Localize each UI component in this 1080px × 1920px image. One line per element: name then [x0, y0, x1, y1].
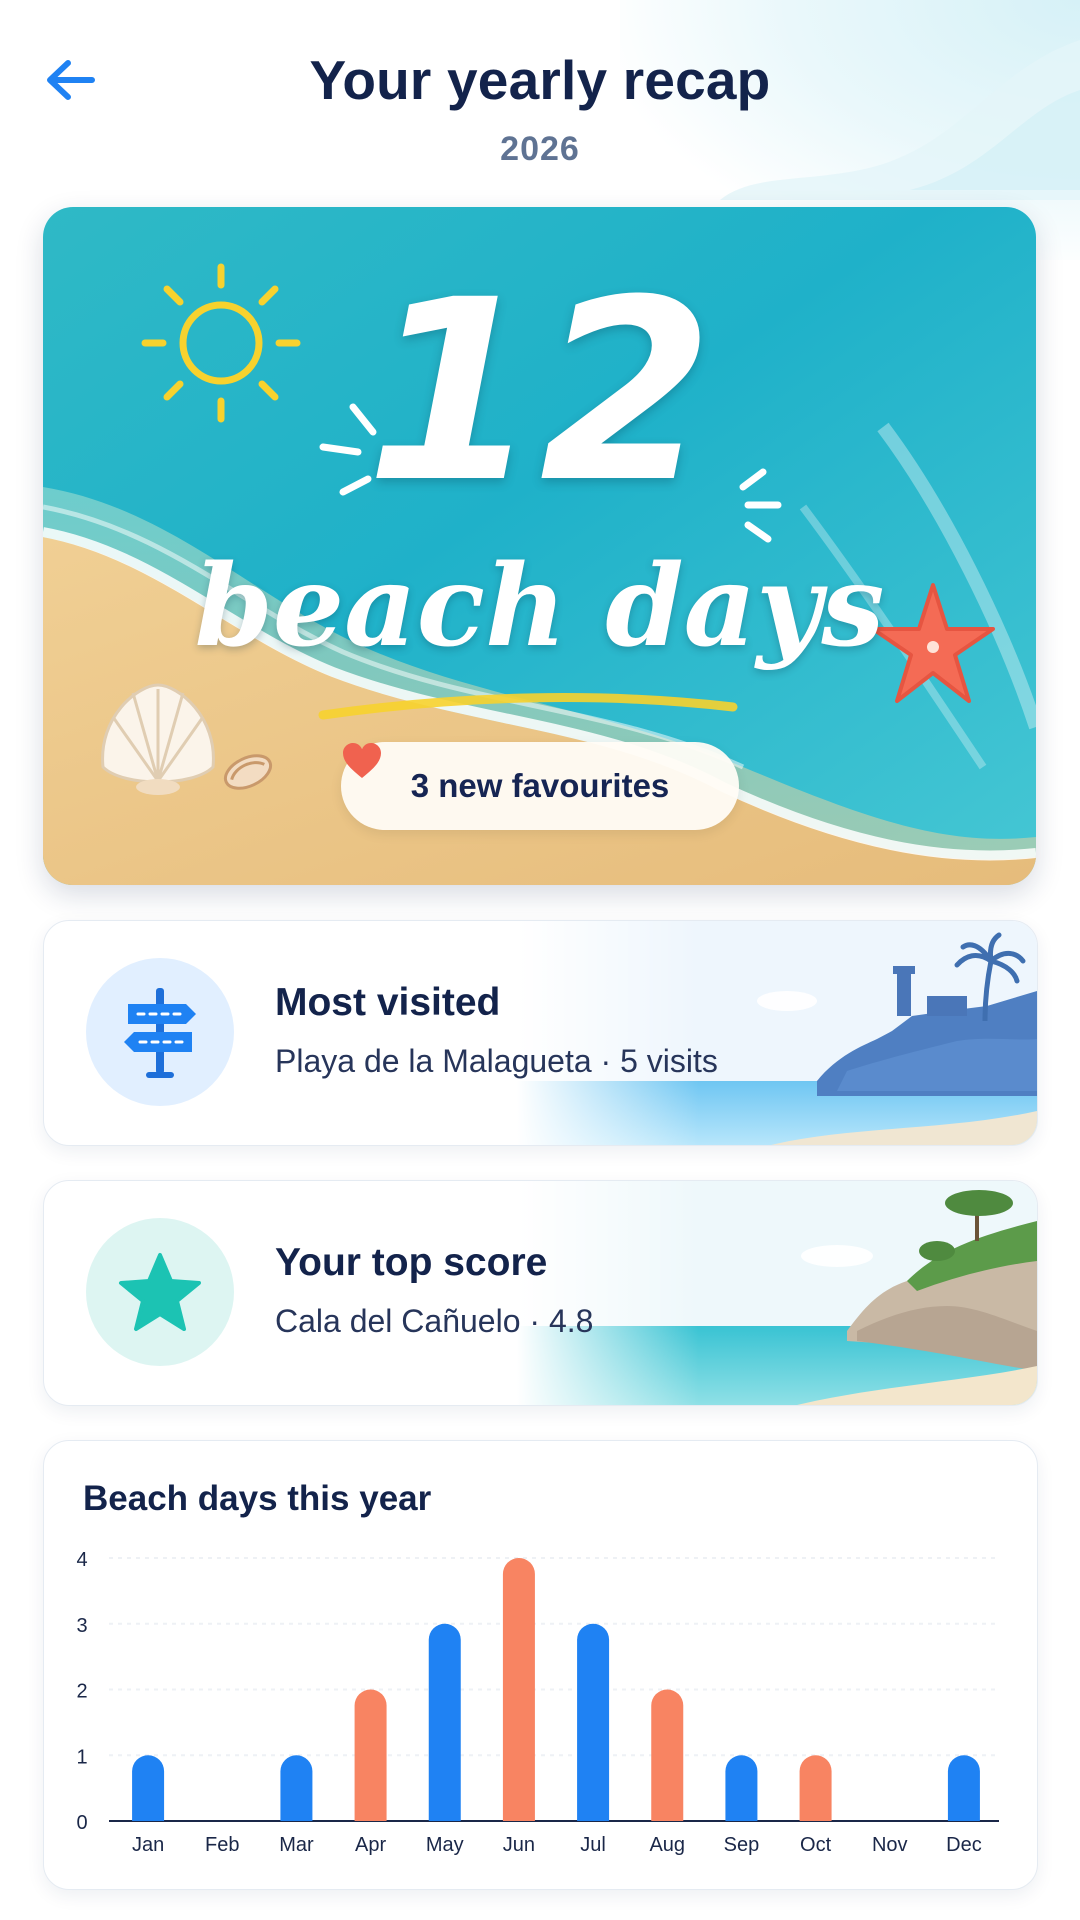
y-tick-label: 0 — [76, 1812, 87, 1834]
favourites-text: 3 new favourites — [410, 767, 670, 804]
signpost-icon — [124, 988, 196, 1078]
star-icon-circle — [86, 1218, 234, 1366]
beach-days-count: 12 — [365, 246, 714, 537]
signpost-icon-circle — [86, 958, 234, 1106]
x-tick-label: Jul — [580, 1834, 606, 1856]
star-icon — [119, 1253, 201, 1331]
favourites-badge: 3 new favourites — [341, 742, 739, 830]
x-tick-label: Mar — [279, 1834, 314, 1856]
hero-card: 12 beach days 3 new favourites — [43, 207, 1036, 885]
most-visited-title: Most visited — [275, 981, 501, 1024]
x-tick-label: Nov — [872, 1834, 908, 1856]
x-tick-label: Dec — [946, 1834, 982, 1856]
x-tick-label: Sep — [724, 1834, 760, 1856]
coast-lighthouse-illustration — [517, 921, 1037, 1145]
x-tick-label: Apr — [355, 1834, 386, 1856]
coast-cliff-illustration — [517, 1181, 1037, 1405]
page-title: Your yearly recap — [309, 49, 771, 111]
chart-bar-mar — [280, 1755, 313, 1821]
chart-bar-aug — [651, 1689, 684, 1821]
beach-days-chart-card: Beach days this year 0 1 2 3 4 Jan Feb Mar Apr Ma… — [43, 1440, 1038, 1890]
chart-bar-may — [428, 1623, 461, 1821]
most-visited-card[interactable]: Most visited Playa de la Malagueta · 5 v… — [43, 920, 1038, 1146]
chart-bar-jan — [132, 1755, 165, 1821]
chart-bar-oct — [799, 1755, 832, 1821]
x-tick-label: Aug — [649, 1834, 685, 1856]
header: Your yearly recap 2026 — [0, 0, 1080, 200]
x-tick-label: Feb — [205, 1834, 239, 1856]
x-tick-label: Oct — [800, 1834, 832, 1856]
x-tick-label: May — [426, 1834, 464, 1856]
beach-days-bar-chart: 0 1 2 3 4 Jan Feb Mar Apr May Jun Jul Aug Sep Oct Nov De… — [76, 1549, 999, 1856]
heart-icon — [343, 743, 381, 778]
beach-days-label: beach days — [194, 541, 885, 672]
x-tick-label: Jan — [132, 1834, 164, 1856]
chart-bar-sep — [725, 1755, 758, 1821]
x-tick-label: Jun — [503, 1834, 535, 1856]
chart-bar-dec — [947, 1755, 980, 1821]
top-score-subtitle: Cala del Cañuelo · 4.8 — [275, 1303, 594, 1339]
y-tick-label: 1 — [76, 1746, 87, 1768]
y-tick-label: 3 — [76, 1615, 87, 1637]
top-score-card[interactable]: Your top score Cala del Cañuelo · 4.8 — [43, 1180, 1038, 1406]
y-tick-label: 2 — [76, 1681, 87, 1703]
y-tick-label: 4 — [76, 1549, 87, 1571]
page-year: 2026 — [500, 130, 580, 168]
top-score-title: Your top score — [275, 1241, 548, 1284]
most-visited-subtitle: Playa de la Malagueta · 5 visits — [275, 1043, 718, 1079]
chart-bar-jul — [577, 1623, 610, 1821]
chart-bar-apr — [354, 1689, 387, 1821]
chart-bar-jun — [502, 1558, 535, 1821]
